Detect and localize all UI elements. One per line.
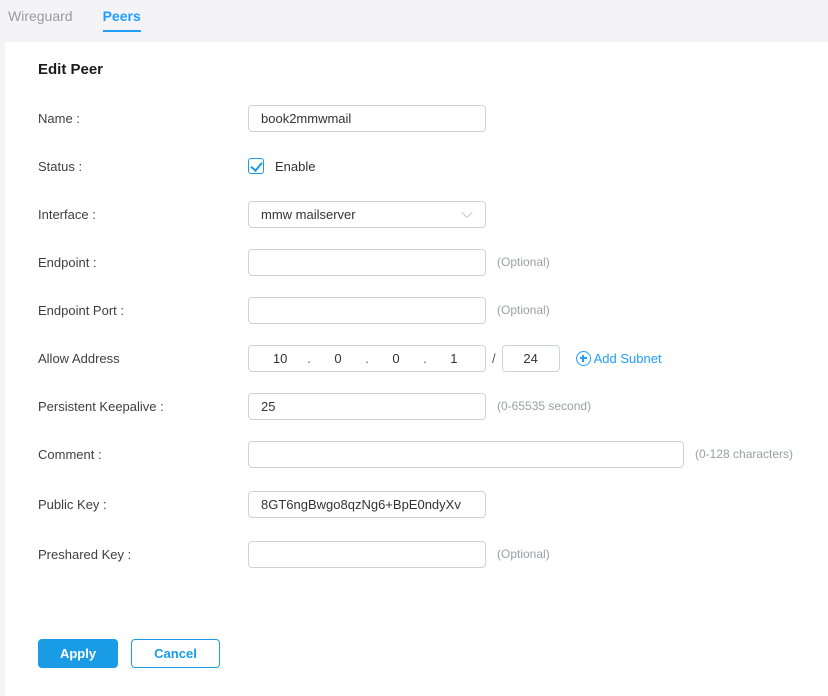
interface-label: Interface : bbox=[38, 207, 248, 222]
status-checkbox-label: Enable bbox=[275, 159, 315, 174]
persistent-keepalive-label: Persistent Keepalive : bbox=[38, 399, 248, 414]
add-subnet-label: Add Subnet bbox=[594, 351, 662, 366]
button-row: Apply Cancel bbox=[38, 639, 828, 668]
public-key-label: Public Key : bbox=[38, 497, 248, 512]
endpoint-hint: (Optional) bbox=[497, 255, 550, 269]
cidr-slash: / bbox=[492, 351, 496, 366]
form-row-allow-address: Allow Address . . . / Add Subnet bbox=[38, 334, 828, 382]
status-label: Status : bbox=[38, 159, 248, 174]
add-circle-icon bbox=[576, 351, 591, 366]
form-row-endpoint: Endpoint : (Optional) bbox=[38, 238, 828, 286]
tab-wireguard[interactable]: Wireguard bbox=[8, 8, 73, 30]
ip-octet-1[interactable] bbox=[253, 351, 307, 366]
page-title: Edit Peer bbox=[38, 61, 828, 78]
add-subnet-link[interactable]: Add Subnet bbox=[576, 351, 662, 366]
persistent-keepalive-hint: (0-65535 second) bbox=[497, 399, 591, 413]
tab-peers[interactable]: Peers bbox=[103, 8, 141, 32]
allow-address-label: Allow Address bbox=[38, 351, 248, 366]
form-row-preshared-key: Preshared Key : (Optional) bbox=[38, 530, 828, 578]
preshared-key-label: Preshared Key : bbox=[38, 547, 248, 562]
status-enable-checkbox[interactable] bbox=[248, 158, 264, 174]
form-row-status: Status : Enable bbox=[38, 142, 828, 190]
interface-select[interactable]: mmw mailserver bbox=[248, 201, 486, 228]
endpoint-label: Endpoint : bbox=[38, 255, 248, 270]
ip-octet-3[interactable] bbox=[369, 351, 423, 366]
public-key-input[interactable] bbox=[248, 491, 486, 518]
preshared-key-input[interactable] bbox=[248, 541, 486, 568]
edit-peer-panel: Edit Peer Name : Status : Enable Interfa… bbox=[5, 42, 828, 696]
ip-octet-4[interactable] bbox=[427, 351, 481, 366]
endpoint-port-input[interactable] bbox=[248, 297, 486, 324]
endpoint-port-hint: (Optional) bbox=[497, 303, 550, 317]
allow-address-ip-input: . . . bbox=[248, 345, 486, 372]
comment-hint: (0-128 characters) bbox=[695, 447, 793, 461]
endpoint-input[interactable] bbox=[248, 249, 486, 276]
form-row-public-key: Public Key : bbox=[38, 478, 828, 530]
cidr-prefix-input[interactable] bbox=[502, 345, 560, 372]
name-input[interactable] bbox=[248, 105, 486, 132]
name-label: Name : bbox=[38, 111, 248, 126]
comment-label: Comment : bbox=[38, 447, 248, 462]
form-row-interface: Interface : mmw mailserver bbox=[38, 190, 828, 238]
cancel-button[interactable]: Cancel bbox=[131, 639, 220, 668]
chevron-down-icon bbox=[461, 207, 472, 218]
persistent-keepalive-input[interactable] bbox=[248, 393, 486, 420]
form-row-comment: Comment : (0-128 characters) bbox=[38, 430, 828, 478]
endpoint-port-label: Endpoint Port : bbox=[38, 303, 248, 318]
interface-selected-value: mmw mailserver bbox=[261, 207, 356, 222]
form-row-persistent-keepalive: Persistent Keepalive : (0-65535 second) bbox=[38, 382, 828, 430]
tab-bar: Wireguard Peers bbox=[0, 0, 828, 32]
ip-octet-2[interactable] bbox=[311, 351, 365, 366]
form-row-name: Name : bbox=[38, 94, 828, 142]
apply-button[interactable]: Apply bbox=[38, 639, 118, 668]
comment-input[interactable] bbox=[248, 441, 684, 468]
preshared-key-hint: (Optional) bbox=[497, 547, 550, 561]
form-row-endpoint-port: Endpoint Port : (Optional) bbox=[38, 286, 828, 334]
